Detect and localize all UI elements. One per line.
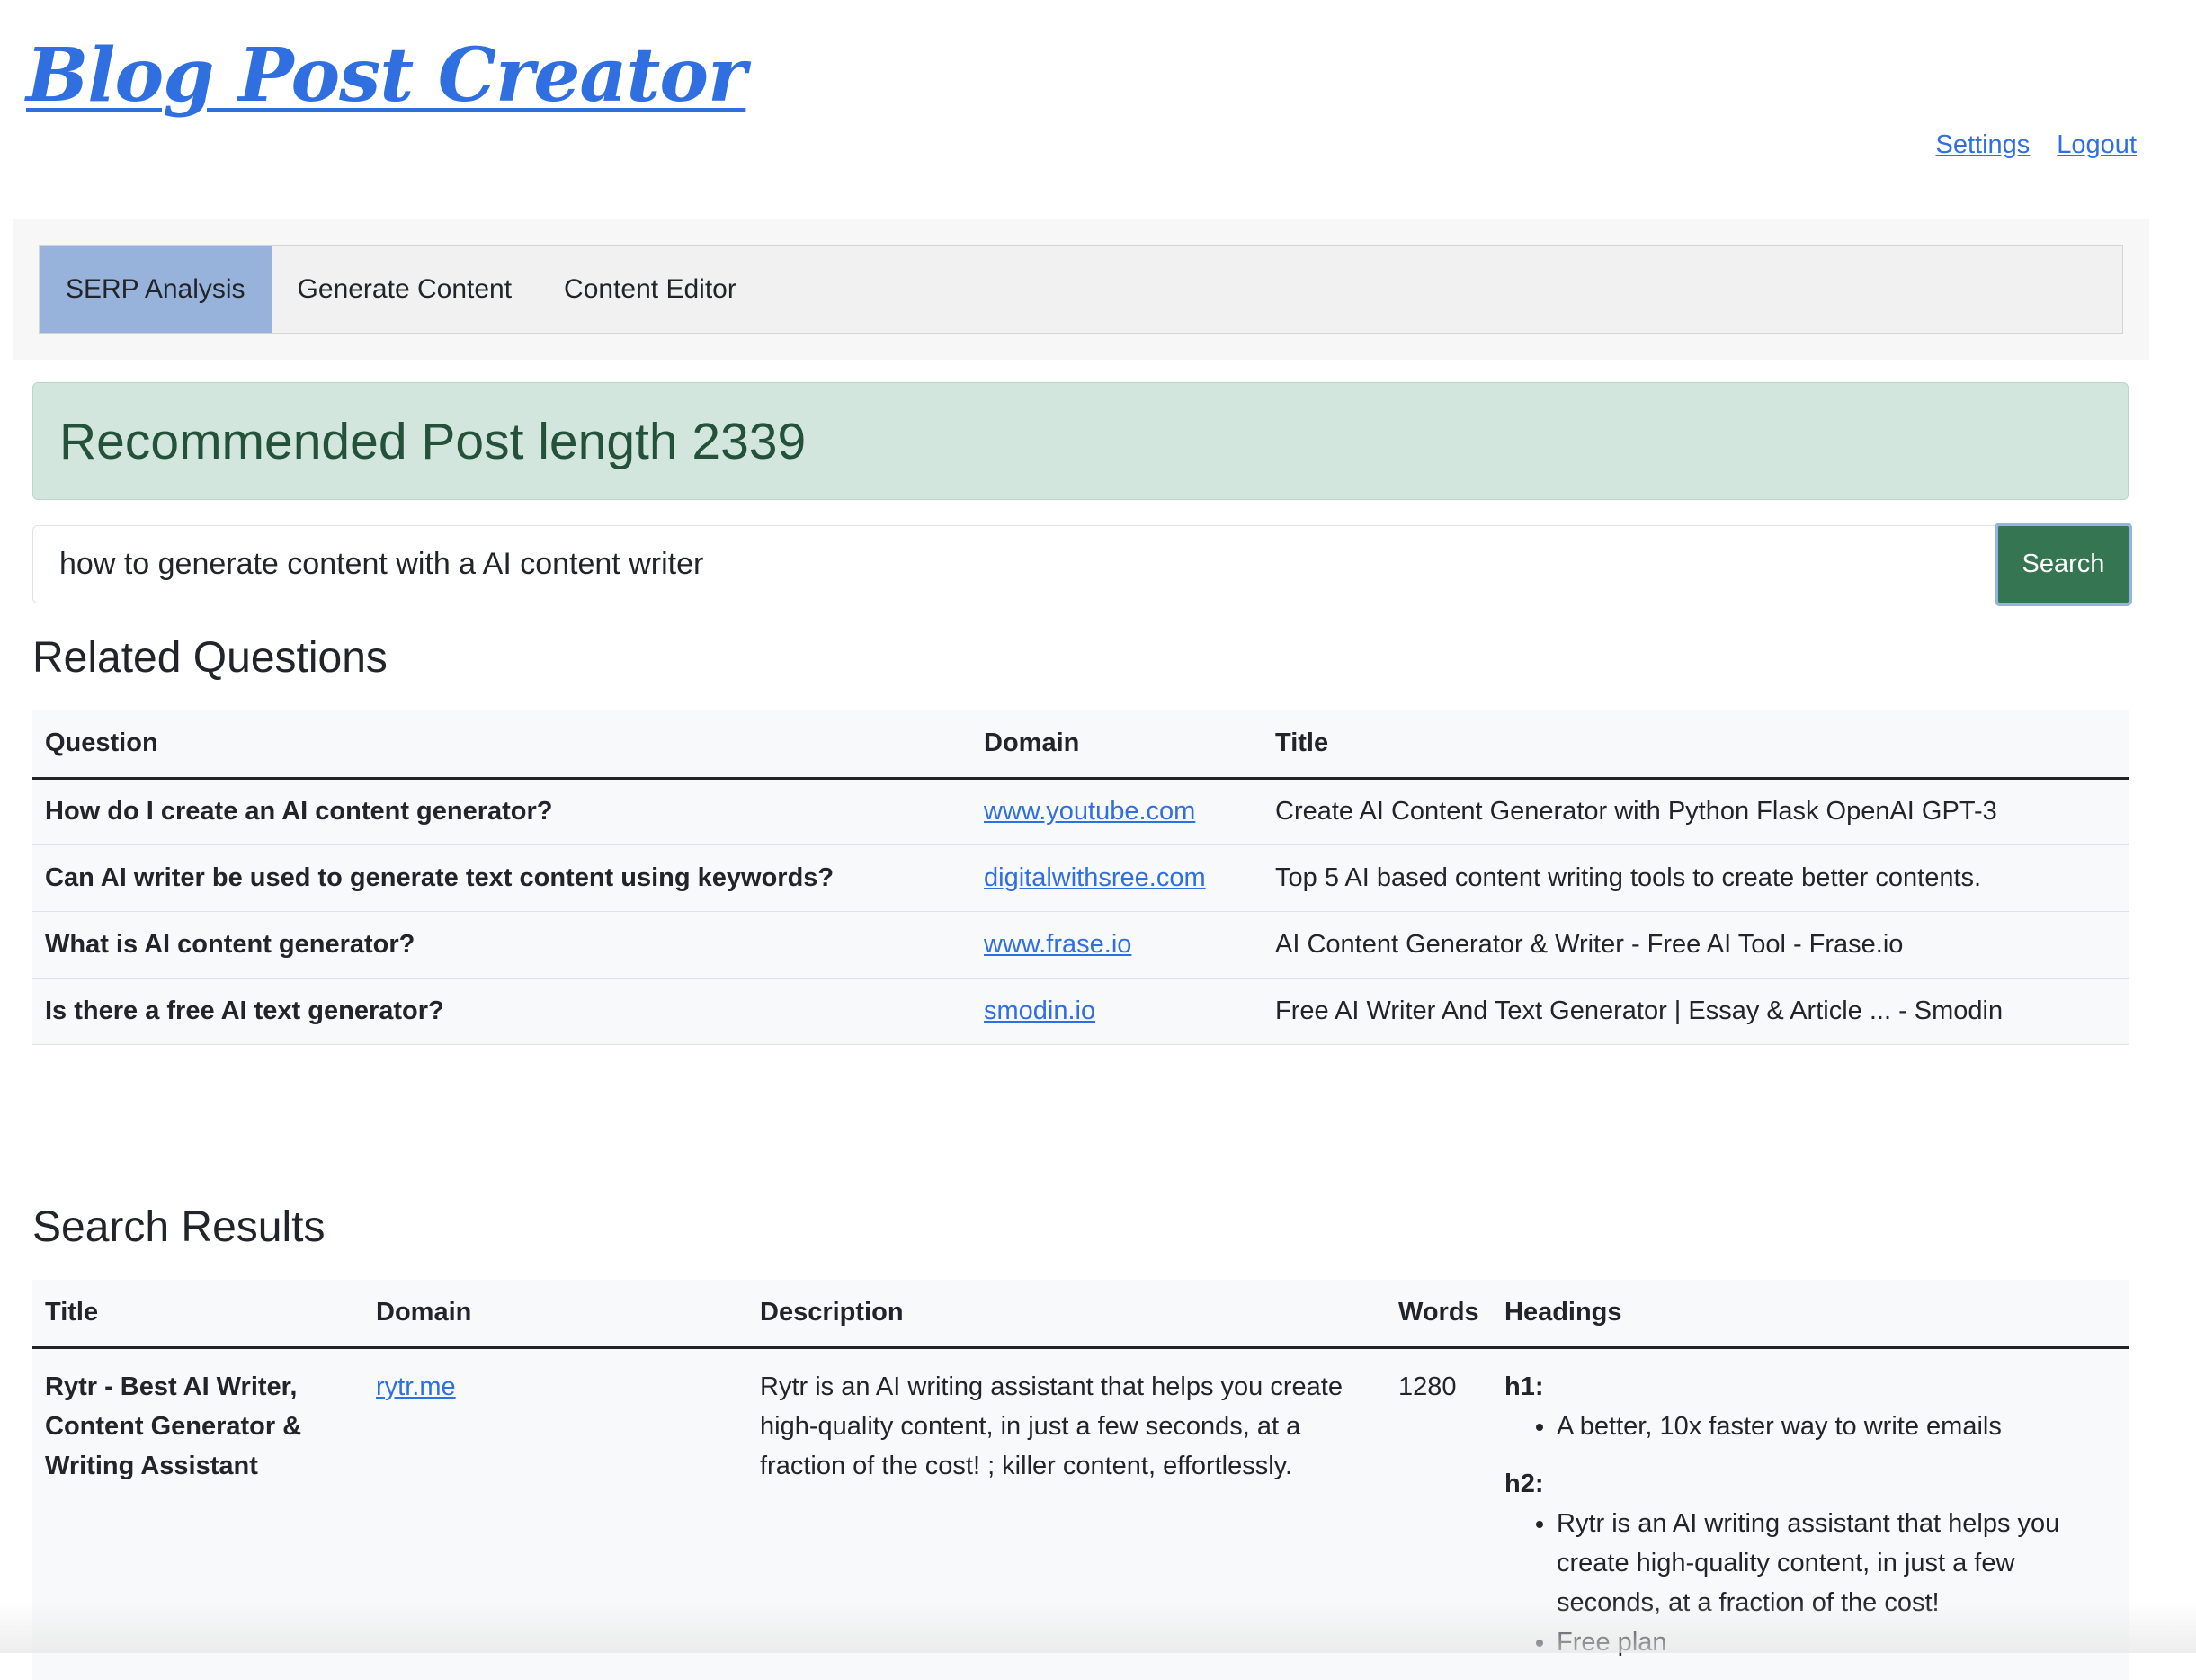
column-header-title: Title: [32, 1280, 363, 1349]
column-header-question: Question: [32, 710, 971, 780]
table-row: What is AI content generator? www.frase.…: [32, 911, 2129, 979]
tab-serp-analysis[interactable]: SERP Analysis: [40, 246, 272, 333]
column-header-words: Words: [1386, 1280, 1492, 1349]
search-bar: Search: [32, 523, 2132, 606]
column-header-title: Title: [1263, 710, 2129, 780]
domain-cell: digitalwithsree.com: [971, 844, 1263, 912]
tab-container: SERP Analysis Generate Content Content E…: [13, 219, 2149, 360]
question-cell: Can AI writer be used to generate text c…: [32, 844, 971, 912]
column-header-headings: Headings: [1492, 1280, 2129, 1349]
logout-link[interactable]: Logout: [2057, 130, 2137, 160]
heading-item: A better, 10x faster way to write emails: [1557, 1407, 2116, 1446]
title-cell: Free AI Writer And Text Generator | Essa…: [1263, 978, 2129, 1045]
top-nav: Settings Logout: [1936, 130, 2138, 160]
app-header: Blog Post Creator Settings Logout: [0, 0, 2196, 216]
table-header-row: Question Domain Title: [32, 710, 2129, 780]
domain-cell: www.youtube.com: [971, 778, 1263, 845]
column-header-domain: Domain: [971, 710, 1263, 780]
h1-label: h1:: [1504, 1372, 1544, 1401]
h1-list: A better, 10x faster way to write emails: [1504, 1407, 2116, 1446]
domain-link[interactable]: www.youtube.com: [984, 797, 1195, 826]
bottom-scroll-fade: [0, 1601, 2196, 1653]
domain-link[interactable]: digitalwithsree.com: [984, 863, 1206, 892]
recommended-length-text: Recommended Post length 2339: [59, 412, 807, 470]
column-header-description: Description: [747, 1280, 1386, 1349]
title-cell: AI Content Generator & Writer - Free AI …: [1263, 911, 2129, 979]
title-cell: Top 5 AI based content writing tools to …: [1263, 844, 2129, 912]
question-cell: Is there a free AI text generator?: [32, 978, 971, 1045]
domain-cell: smodin.io: [971, 978, 1263, 1045]
table-row: Can AI writer be used to generate text c…: [32, 844, 2129, 912]
table-row: Is there a free AI text generator? smodi…: [32, 978, 2129, 1045]
search-button[interactable]: Search: [1995, 523, 2132, 606]
table-row: How do I create an AI content generator?…: [32, 778, 2129, 845]
tab-content-editor[interactable]: Content Editor: [538, 246, 763, 333]
domain-link[interactable]: smodin.io: [984, 996, 1095, 1025]
search-results-heading: Search Results: [32, 1203, 326, 1251]
app-logo-link[interactable]: Blog Post Creator: [26, 32, 746, 119]
domain-link[interactable]: www.frase.io: [984, 930, 1131, 959]
settings-link[interactable]: Settings: [1936, 130, 2031, 160]
related-questions-heading: Related Questions: [32, 634, 388, 682]
domain-cell: www.frase.io: [971, 911, 1263, 979]
question-cell: What is AI content generator?: [32, 911, 971, 979]
h2-label: h2:: [1504, 1469, 1544, 1498]
recommended-length-alert: Recommended Post length 2339: [32, 382, 2129, 500]
table-header-row: Title Domain Description Words Headings: [32, 1280, 2129, 1349]
domain-link[interactable]: rytr.me: [376, 1372, 456, 1401]
column-header-domain: Domain: [363, 1280, 747, 1349]
title-cell: Create AI Content Generator with Python …: [1263, 778, 2129, 845]
tab-generate-content[interactable]: Generate Content: [272, 246, 539, 333]
search-input[interactable]: [32, 525, 1997, 603]
question-cell: How do I create an AI content generator?: [32, 778, 971, 845]
related-questions-table: Question Domain Title How do I create an…: [32, 710, 2129, 1045]
tab-bar: SERP Analysis Generate Content Content E…: [39, 245, 2123, 334]
